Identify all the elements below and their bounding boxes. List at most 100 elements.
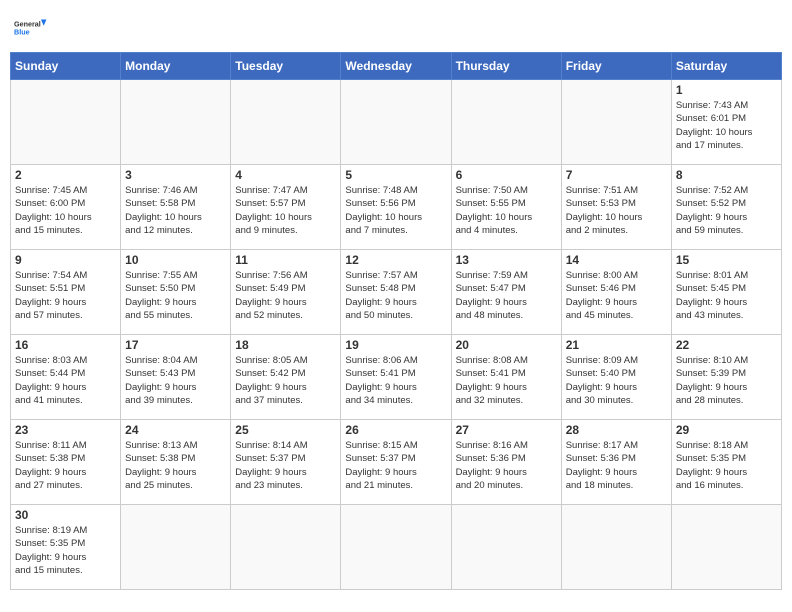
- calendar-cell: [341, 505, 451, 590]
- day-info: Sunrise: 8:15 AM Sunset: 5:37 PM Dayligh…: [345, 439, 446, 492]
- day-info: Sunrise: 7:43 AM Sunset: 6:01 PM Dayligh…: [676, 99, 777, 152]
- day-info: Sunrise: 7:45 AM Sunset: 6:00 PM Dayligh…: [15, 184, 116, 237]
- calendar-cell: 26 Sunrise: 8:15 AM Sunset: 5:37 PM Dayli…: [341, 420, 451, 505]
- day-info: Sunrise: 7:50 AM Sunset: 5:55 PM Dayligh…: [456, 184, 557, 237]
- day-number: 16: [15, 338, 116, 352]
- day-info: Sunrise: 8:08 AM Sunset: 5:41 PM Dayligh…: [456, 354, 557, 407]
- calendar-cell: 6Sunrise: 7:50 AM Sunset: 5:55 PM Daylig…: [451, 165, 561, 250]
- calendar-cell: 28Sunrise: 8:17 AM Sunset: 5:36 PM Dayli…: [561, 420, 671, 505]
- week-row-2: 2 Sunrise: 7:45 AM Sunset: 6:00 PM Daylig…: [11, 165, 782, 250]
- day-number: 7: [566, 168, 667, 182]
- calendar-cell: [121, 505, 231, 590]
- day-info: Sunrise: 8:11 AM Sunset: 5:38 PM Dayligh…: [15, 439, 116, 492]
- calendar-cell: 29Sunrise: 8:18 AM Sunset: 5:35 PM Dayli…: [671, 420, 781, 505]
- calendar-cell: 25Sunrise: 8:14 AM Sunset: 5:37 PM Dayli…: [231, 420, 341, 505]
- week-row-4: 16 Sunrise: 8:03 AM Sunset: 5:44 PM Dayli…: [11, 335, 782, 420]
- day-info: Sunrise: 8:04 AM Sunset: 5:43 PM Dayligh…: [125, 354, 226, 407]
- calendar-cell: 14 Sunrise: 8:00 AM Sunset: 5:46 PM Dayli…: [561, 250, 671, 335]
- day-number: 9: [15, 253, 116, 267]
- page-header: GeneralBlue: [10, 10, 782, 46]
- calendar-cell: 4Sunrise: 7:47 AM Sunset: 5:57 PM Daylig…: [231, 165, 341, 250]
- calendar-cell: 27Sunrise: 8:16 AM Sunset: 5:36 PM Dayli…: [451, 420, 561, 505]
- calendar-header-row: SundayMondayTuesdayWednesdayThursdayFrid…: [11, 53, 782, 80]
- day-info: Sunrise: 7:56 AM Sunset: 5:49 PM Dayligh…: [235, 269, 336, 322]
- day-info: Sunrise: 7:46 AM Sunset: 5:58 PM Dayligh…: [125, 184, 226, 237]
- day-number: 23: [15, 423, 116, 437]
- calendar-cell: [561, 80, 671, 165]
- calendar-cell: [341, 80, 451, 165]
- calendar-cell: 13 Sunrise: 7:59 AM Sunset: 5:47 PM Dayli…: [451, 250, 561, 335]
- day-number: 22: [676, 338, 777, 352]
- day-info: Sunrise: 7:51 AM Sunset: 5:53 PM Dayligh…: [566, 184, 667, 237]
- calendar-cell: [231, 505, 341, 590]
- svg-text:General: General: [14, 20, 41, 29]
- day-info: Sunrise: 8:06 AM Sunset: 5:41 PM Dayligh…: [345, 354, 446, 407]
- calendar-cell: 10 Sunrise: 7:55 AM Sunset: 5:50 PM Dayli…: [121, 250, 231, 335]
- day-number: 28: [566, 423, 667, 437]
- calendar-cell: [451, 505, 561, 590]
- day-number: 26: [345, 423, 446, 437]
- calendar-cell: 9Sunrise: 7:54 AM Sunset: 5:51 PM Daylig…: [11, 250, 121, 335]
- day-header-wednesday: Wednesday: [341, 53, 451, 80]
- calendar-cell: 7 Sunrise: 7:51 AM Sunset: 5:53 PM Daylig…: [561, 165, 671, 250]
- calendar-cell: 1Sunrise: 7:43 AM Sunset: 6:01 PM Daylig…: [671, 80, 781, 165]
- calendar-cell: 16 Sunrise: 8:03 AM Sunset: 5:44 PM Dayli…: [11, 335, 121, 420]
- day-number: 2: [15, 168, 116, 182]
- day-number: 8: [676, 168, 777, 182]
- day-number: 14: [566, 253, 667, 267]
- calendar-cell: 18 Sunrise: 8:05 AM Sunset: 5:42 PM Dayli…: [231, 335, 341, 420]
- day-number: 11: [235, 253, 336, 267]
- day-header-monday: Monday: [121, 53, 231, 80]
- day-number: 13: [456, 253, 557, 267]
- day-number: 30: [15, 508, 116, 522]
- calendar-cell: 5Sunrise: 7:48 AM Sunset: 5:56 PM Daylig…: [341, 165, 451, 250]
- calendar-cell: 19 Sunrise: 8:06 AM Sunset: 5:41 PM Dayli…: [341, 335, 451, 420]
- day-number: 21: [566, 338, 667, 352]
- day-number: 15: [676, 253, 777, 267]
- day-number: 29: [676, 423, 777, 437]
- day-number: 5: [345, 168, 446, 182]
- day-number: 10: [125, 253, 226, 267]
- calendar-cell: 21 Sunrise: 8:09 AM Sunset: 5:40 PM Dayli…: [561, 335, 671, 420]
- calendar-cell: 11 Sunrise: 7:56 AM Sunset: 5:49 PM Dayli…: [231, 250, 341, 335]
- day-number: 20: [456, 338, 557, 352]
- logo: GeneralBlue: [14, 10, 50, 46]
- day-header-thursday: Thursday: [451, 53, 561, 80]
- calendar-cell: [121, 80, 231, 165]
- day-info: Sunrise: 8:00 AM Sunset: 5:46 PM Dayligh…: [566, 269, 667, 322]
- calendar-cell: [231, 80, 341, 165]
- day-number: 19: [345, 338, 446, 352]
- day-info: Sunrise: 7:52 AM Sunset: 5:52 PM Dayligh…: [676, 184, 777, 237]
- day-header-sunday: Sunday: [11, 53, 121, 80]
- calendar-cell: 12Sunrise: 7:57 AM Sunset: 5:48 PM Dayli…: [341, 250, 451, 335]
- day-number: 25: [235, 423, 336, 437]
- day-header-friday: Friday: [561, 53, 671, 80]
- day-info: Sunrise: 8:16 AM Sunset: 5:36 PM Dayligh…: [456, 439, 557, 492]
- week-row-1: 1Sunrise: 7:43 AM Sunset: 6:01 PM Daylig…: [11, 80, 782, 165]
- calendar-cell: [451, 80, 561, 165]
- calendar-cell: 2 Sunrise: 7:45 AM Sunset: 6:00 PM Daylig…: [11, 165, 121, 250]
- calendar-cell: [561, 505, 671, 590]
- calendar-cell: 15 Sunrise: 8:01 AM Sunset: 5:45 PM Dayli…: [671, 250, 781, 335]
- day-info: Sunrise: 7:59 AM Sunset: 5:47 PM Dayligh…: [456, 269, 557, 322]
- day-info: Sunrise: 8:10 AM Sunset: 5:39 PM Dayligh…: [676, 354, 777, 407]
- day-info: Sunrise: 7:55 AM Sunset: 5:50 PM Dayligh…: [125, 269, 226, 322]
- day-number: 17: [125, 338, 226, 352]
- day-info: Sunrise: 8:03 AM Sunset: 5:44 PM Dayligh…: [15, 354, 116, 407]
- calendar-cell: 30Sunrise: 8:19 AM Sunset: 5:35 PM Dayli…: [11, 505, 121, 590]
- calendar-cell: 20 Sunrise: 8:08 AM Sunset: 5:41 PM Dayli…: [451, 335, 561, 420]
- calendar-cell: 8 Sunrise: 7:52 AM Sunset: 5:52 PM Daylig…: [671, 165, 781, 250]
- calendar-cell: 23 Sunrise: 8:11 AM Sunset: 5:38 PM Dayli…: [11, 420, 121, 505]
- day-header-tuesday: Tuesday: [231, 53, 341, 80]
- week-row-6: 30Sunrise: 8:19 AM Sunset: 5:35 PM Dayli…: [11, 505, 782, 590]
- calendar-cell: [671, 505, 781, 590]
- day-number: 18: [235, 338, 336, 352]
- calendar-cell: 17 Sunrise: 8:04 AM Sunset: 5:43 PM Dayli…: [121, 335, 231, 420]
- day-info: Sunrise: 7:57 AM Sunset: 5:48 PM Dayligh…: [345, 269, 446, 322]
- day-number: 24: [125, 423, 226, 437]
- day-info: Sunrise: 8:01 AM Sunset: 5:45 PM Dayligh…: [676, 269, 777, 322]
- day-info: Sunrise: 7:47 AM Sunset: 5:57 PM Dayligh…: [235, 184, 336, 237]
- day-info: Sunrise: 8:09 AM Sunset: 5:40 PM Dayligh…: [566, 354, 667, 407]
- day-number: 3: [125, 168, 226, 182]
- day-info: Sunrise: 8:05 AM Sunset: 5:42 PM Dayligh…: [235, 354, 336, 407]
